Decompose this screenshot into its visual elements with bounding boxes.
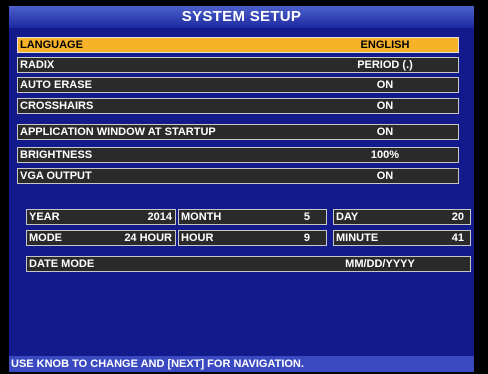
field-label: MINUTE: [336, 232, 379, 244]
field-value[interactable]: 5: [304, 210, 310, 224]
field-value[interactable]: 41: [452, 231, 464, 245]
setting-value[interactable]: ON: [314, 169, 456, 183]
setting-label: BRIGHTNESS: [20, 149, 93, 161]
setting-row-radix[interactable]: RADIX PERIOD (.): [17, 57, 459, 73]
setting-label: APPLICATION WINDOW AT STARTUP: [20, 126, 216, 138]
setting-value[interactable]: MM/DD/YYYY: [309, 257, 451, 271]
field-value[interactable]: 2014: [148, 210, 172, 224]
field-value[interactable]: 20: [452, 210, 464, 224]
day-field[interactable]: DAY 20: [333, 209, 471, 225]
setting-row-auto-erase[interactable]: AUTO ERASE ON: [17, 77, 459, 93]
setting-value[interactable]: ON: [314, 99, 456, 113]
setting-label: RADIX: [20, 59, 55, 71]
setting-label: VGA OUTPUT: [20, 170, 92, 182]
setting-row-brightness[interactable]: BRIGHTNESS 100%: [17, 147, 459, 163]
window-title: SYSTEM SETUP: [9, 6, 474, 28]
setting-label: LANGUAGE: [20, 39, 83, 51]
setting-row-language[interactable]: LANGUAGE ENGLISH: [17, 37, 459, 53]
field-label: YEAR: [29, 211, 60, 223]
field-label: MONTH: [181, 211, 222, 223]
field-label: MODE: [29, 232, 62, 244]
month-field[interactable]: MONTH 5: [178, 209, 327, 225]
setting-row-vga-output[interactable]: VGA OUTPUT ON: [17, 168, 459, 184]
status-bar: USE KNOB TO CHANGE AND [NEXT] FOR NAVIGA…: [9, 356, 474, 372]
setting-label: AUTO ERASE: [20, 79, 92, 91]
setting-label: DATE MODE: [29, 258, 95, 270]
setting-value[interactable]: PERIOD (.): [314, 58, 456, 72]
setting-value[interactable]: ENGLISH: [314, 38, 456, 52]
minute-field[interactable]: MINUTE 41: [333, 230, 471, 246]
date-mode-row[interactable]: DATE MODE MM/DD/YYYY: [26, 256, 471, 272]
setting-label: CROSSHAIRS: [20, 100, 94, 112]
setting-value[interactable]: ON: [314, 125, 456, 139]
field-value[interactable]: 24 HOUR: [124, 231, 172, 245]
setting-row-crosshairs[interactable]: CROSSHAIRS ON: [17, 98, 459, 114]
year-field[interactable]: YEAR 2014: [26, 209, 176, 225]
field-value[interactable]: 9: [304, 231, 310, 245]
setting-value[interactable]: 100%: [314, 148, 456, 162]
mode-field[interactable]: MODE 24 HOUR: [26, 230, 176, 246]
field-label: DAY: [336, 211, 359, 223]
hour-field[interactable]: HOUR 9: [178, 230, 327, 246]
setting-row-application-window[interactable]: APPLICATION WINDOW AT STARTUP ON: [17, 124, 459, 140]
setting-value[interactable]: ON: [314, 78, 456, 92]
status-text: USE KNOB TO CHANGE AND [NEXT] FOR NAVIGA…: [11, 358, 304, 370]
field-label: HOUR: [181, 232, 214, 244]
